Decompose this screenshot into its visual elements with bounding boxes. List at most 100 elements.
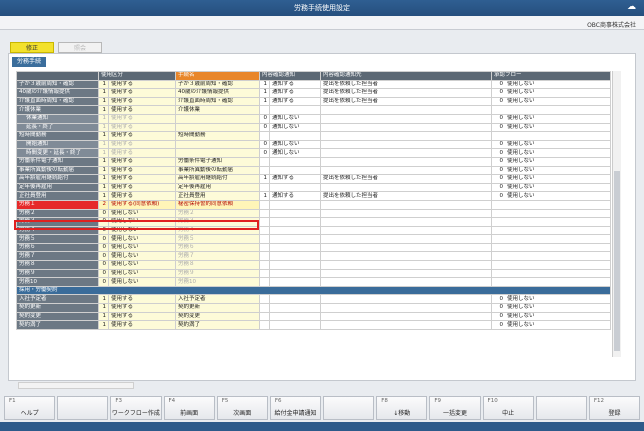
scrollbar-thumb[interactable] [614, 171, 620, 351]
table-row[interactable]: 40歳の介護情報提供 1 使用する 40歳の介護情報提供 1 通知する 提出を依頼した担当者… [16, 88, 612, 98]
approval-flow-cell[interactable]: 0 使用しない [491, 113, 612, 124]
usage-value-cell[interactable]: 使用する [107, 105, 177, 115]
approval-flow-cell[interactable]: 0 使用しない [491, 294, 612, 305]
fkey-button-6[interactable]: F6 給付金申請通知 [269, 396, 322, 420]
fkey-button-12[interactable]: F12 登録 [588, 396, 641, 420]
fkey-button-4[interactable]: F4 前画面 [163, 396, 215, 420]
table-row[interactable]: 契約変更 1 使用する 契約変更 0 使用しない [16, 311, 612, 322]
approval-flow-cell[interactable]: 0 使用しない [491, 320, 612, 330]
notice-dest-cell[interactable]: 提出を依頼した担当者 [320, 79, 493, 90]
notice-code-cell[interactable]: 1 [259, 174, 271, 184]
usage-code-cell[interactable]: 0 [98, 277, 109, 287]
procedure-name-cell[interactable]: 40歳の介護情報提供 [175, 88, 261, 98]
notice-dest-cell[interactable] [320, 311, 493, 322]
notice-code-cell[interactable] [259, 303, 271, 313]
approval-flow-cell[interactable] [491, 277, 612, 287]
usage-code-cell[interactable]: 1 [98, 113, 109, 124]
table-row[interactable]: 時間変更・延長・終了 1 使用する 0 通知しない 0 使用しない [16, 148, 612, 158]
usage-value-cell[interactable]: 使用する(同意依頼) [107, 199, 177, 210]
usage-code-cell[interactable]: 1 [98, 311, 109, 322]
table-row[interactable]: 労務７ 0 使用しない 労務７ [16, 251, 612, 262]
usage-code-cell[interactable]: 1 [98, 122, 109, 133]
table-row[interactable]: 短時間勤務 1 使用する 短時間勤務 [16, 131, 612, 141]
table-row[interactable]: 正社員登用 1 使用する 正社員登用 1 通知する 提出を依頼した担当者 0 使用しない [16, 191, 612, 201]
notice-code-cell[interactable]: 1 [259, 96, 271, 107]
edit-mode-button[interactable]: 修正 [10, 42, 54, 53]
approval-flow-cell[interactable]: 0 使用しない [491, 182, 612, 193]
notice-code-cell[interactable] [259, 251, 271, 262]
approval-flow-cell[interactable]: 0 使用しない [491, 303, 612, 313]
table-row[interactable]: 労務９ 0 使用しない 労務９ [16, 268, 612, 279]
usage-value-cell[interactable]: 使用する [107, 96, 177, 107]
notice-value-cell[interactable] [269, 217, 322, 227]
table-row[interactable]: 開始通知 1 使用する 0 通知しない 0 使用しない [16, 139, 612, 150]
procedure-name-cell[interactable] [175, 122, 261, 133]
table-row[interactable]: 労務６ 0 使用しない 労務６ [16, 242, 612, 253]
usage-code-cell[interactable]: 0 [98, 217, 109, 227]
notice-dest-cell[interactable] [320, 208, 493, 219]
notice-code-cell[interactable] [259, 156, 271, 167]
notice-code-cell[interactable] [259, 277, 271, 287]
notice-code-cell[interactable]: 1 [259, 191, 271, 201]
notice-dest-cell[interactable] [320, 148, 493, 158]
notice-value-cell[interactable] [269, 208, 322, 219]
usage-value-cell[interactable]: 使用しない [107, 268, 177, 279]
notice-value-cell[interactable] [269, 156, 322, 167]
notice-dest-cell[interactable] [320, 294, 493, 305]
notice-value-cell[interactable] [269, 294, 322, 305]
procedure-name-cell[interactable]: 契約変更 [175, 311, 261, 322]
usage-code-cell[interactable]: 1 [98, 148, 109, 158]
notice-code-cell[interactable] [259, 208, 271, 219]
procedure-name-cell[interactable]: 契約満了 [175, 320, 261, 330]
table-row[interactable]: 介護休業 1 使用する 介護休業 [16, 105, 612, 115]
procedure-name-cell[interactable]: 労務６ [175, 242, 261, 253]
notice-dest-cell[interactable] [320, 260, 493, 270]
approval-flow-cell[interactable] [491, 199, 612, 210]
notice-code-cell[interactable] [259, 131, 271, 141]
notice-dest-cell[interactable] [320, 277, 493, 287]
table-row[interactable]: 契約更新 1 使用する 契約更新 0 使用しない [16, 303, 612, 313]
table-row[interactable]: 入社予定者 1 使用する 入社予定者 0 使用しない [16, 294, 612, 305]
fkey-button-10[interactable]: F10 中止 [482, 396, 534, 420]
usage-value-cell[interactable]: 使用する [107, 182, 177, 193]
approval-flow-cell[interactable]: 0 使用しない [491, 88, 612, 98]
notice-code-cell[interactable]: 0 [259, 113, 271, 124]
usage-code-cell[interactable]: 1 [98, 139, 109, 150]
table-row[interactable]: 労務２ 0 使用しない 労務２ [16, 208, 612, 219]
usage-value-cell[interactable]: 使用する [107, 139, 177, 150]
notice-code-cell[interactable]: 0 [259, 122, 271, 133]
usage-value-cell[interactable]: 使用しない [107, 217, 177, 227]
usage-code-cell[interactable]: 1 [98, 320, 109, 330]
procedure-name-cell[interactable]: 労務２ [175, 208, 261, 219]
notice-code-cell[interactable] [259, 165, 271, 176]
procedure-name-cell[interactable]: 正社員登用 [175, 191, 261, 201]
procedure-name-cell[interactable]: 労働条件電子通知 [175, 156, 261, 167]
approval-flow-cell[interactable] [491, 131, 612, 141]
notice-value-cell[interactable] [269, 242, 322, 253]
notice-value-cell[interactable] [269, 234, 322, 244]
procedure-name-cell[interactable]: 定年後再雇用 [175, 182, 261, 193]
notice-dest-cell[interactable] [320, 242, 493, 253]
usage-value-cell[interactable]: 使用する [107, 156, 177, 167]
notice-code-cell[interactable] [259, 260, 271, 270]
table-row[interactable]: 介護直面時周知・確認 1 使用する 介護直面時周知・確認 1 通知する 提出を依頼した担当者… [16, 96, 612, 107]
notice-value-cell[interactable] [269, 165, 322, 176]
notice-dest-cell[interactable]: 提出を依頼した担当者 [320, 174, 493, 184]
procedure-name-cell[interactable]: 子が３歳前周知・確認 [175, 79, 261, 90]
notice-code-cell[interactable] [259, 199, 271, 210]
notice-value-cell[interactable] [269, 260, 322, 270]
notice-code-cell[interactable] [259, 311, 271, 322]
notice-dest-cell[interactable] [320, 131, 493, 141]
usage-code-cell[interactable]: 1 [98, 174, 109, 184]
procedure-name-cell[interactable]: 秘密保持誓約同意依頼 [175, 199, 261, 210]
notice-value-cell[interactable] [269, 225, 322, 236]
notice-dest-cell[interactable] [320, 199, 493, 210]
usage-code-cell[interactable]: 1 [98, 156, 109, 167]
notice-code-cell[interactable] [259, 294, 271, 305]
notice-dest-cell[interactable] [320, 268, 493, 279]
usage-value-cell[interactable]: 使用する [107, 303, 177, 313]
fkey-button-11[interactable] [535, 396, 587, 420]
usage-code-cell[interactable]: 1 [98, 294, 109, 305]
usage-value-cell[interactable]: 使用する [107, 122, 177, 133]
approval-flow-cell[interactable] [491, 234, 612, 244]
